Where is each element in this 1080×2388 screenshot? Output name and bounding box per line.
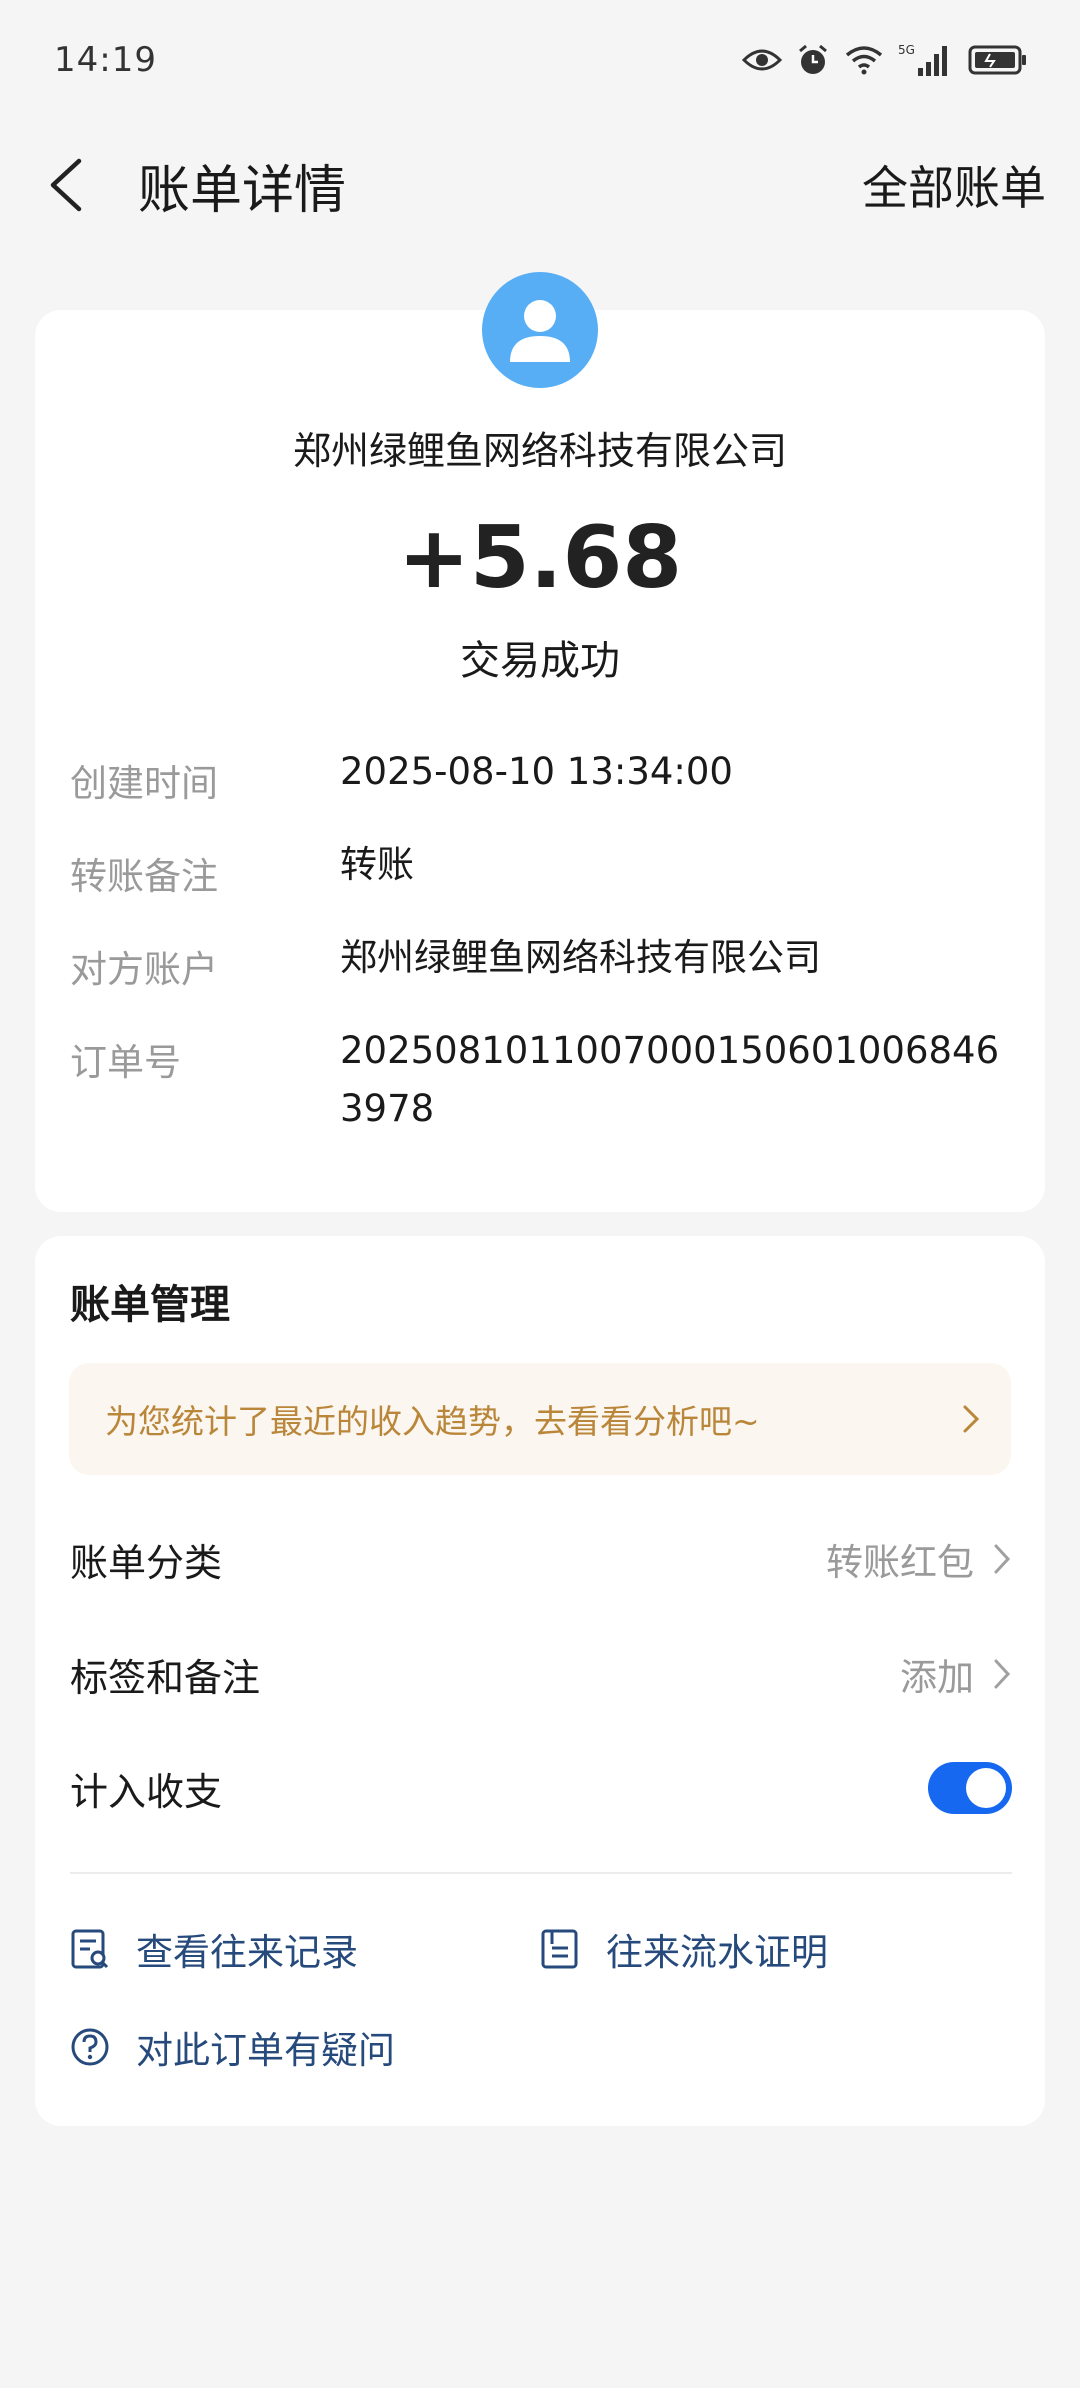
flow-proof-label: 往来流水证明 xyxy=(606,1931,828,1974)
eye-icon xyxy=(742,45,782,75)
network-type-label: 5G xyxy=(898,43,915,57)
tags-notes-label: 标签和备注 xyxy=(70,1655,261,1700)
detail-label: 创建时间 xyxy=(70,762,218,805)
view-records-label: 查看往来记录 xyxy=(136,1931,358,1974)
bill-category-row[interactable]: 账单分类 转账红包 xyxy=(70,1519,1012,1599)
detail-value[interactable]: 20250810110070001506010068463978 xyxy=(340,1022,1020,1138)
all-bills-link[interactable]: 全部账单 xyxy=(862,152,1046,218)
document-icon xyxy=(541,1929,578,1969)
status-time: 14:19 xyxy=(54,40,157,80)
divider xyxy=(70,1872,1012,1874)
nav-bar: 账单详情 全部账单 xyxy=(0,120,1080,250)
income-trend-banner[interactable]: 为您统计了最近的收入趋势，去看看分析吧~ xyxy=(69,1363,1011,1475)
records-search-icon xyxy=(71,1929,109,1969)
toggle-knob xyxy=(966,1768,1006,1808)
detail-label: 对方账户 xyxy=(70,948,218,991)
include-in-stats-row: 计入收支 xyxy=(70,1748,1012,1828)
flow-proof-link[interactable]: 往来流水证明 xyxy=(540,1922,828,1976)
chevron-right-icon xyxy=(994,1544,1011,1574)
include-in-stats-toggle[interactable] xyxy=(928,1762,1012,1814)
cellular-signal-icon: 5G xyxy=(898,42,954,78)
order-question-label: 对此订单有疑问 xyxy=(136,2029,395,2072)
status-icons: 5G xyxy=(742,42,1028,78)
promo-text: 为您统计了最近的收入趋势，去看看分析吧~ xyxy=(105,1402,760,1441)
wifi-icon xyxy=(844,44,884,76)
bill-category-value: 转账红包 xyxy=(826,1541,974,1584)
question-icon xyxy=(71,2028,109,2066)
battery-icon xyxy=(968,44,1028,76)
transaction-amount: +5.68 xyxy=(397,508,683,608)
avatar xyxy=(482,272,598,388)
tags-notes-value: 添加 xyxy=(900,1656,974,1699)
order-question-link[interactable]: 对此订单有疑问 xyxy=(70,2020,395,2074)
transaction-status: 交易成功 xyxy=(460,638,620,684)
chevron-right-icon xyxy=(963,1405,980,1433)
page-title: 账单详情 xyxy=(138,160,347,221)
detail-value: 2025-08-10 13:34:00 xyxy=(340,750,733,793)
chevron-right-icon xyxy=(994,1659,1011,1689)
bill-category-label: 账单分类 xyxy=(70,1540,223,1585)
detail-value: 转账 xyxy=(340,843,414,886)
payer-name: 郑州绿鲤鱼网络科技有限公司 xyxy=(292,429,787,473)
detail-label: 转账备注 xyxy=(70,855,218,898)
status-bar: 14:19 5G xyxy=(0,0,1080,120)
chevron-left-icon xyxy=(50,158,82,212)
tags-notes-row[interactable]: 标签和备注 添加 xyxy=(70,1634,1012,1714)
detail-label: 订单号 xyxy=(70,1041,181,1084)
detail-value: 郑州绿鲤鱼网络科技有限公司 xyxy=(340,936,821,979)
section-title: 账单管理 xyxy=(70,1282,230,1328)
back-button[interactable] xyxy=(34,145,96,225)
user-icon xyxy=(510,300,570,362)
alarm-icon xyxy=(796,43,830,77)
include-in-stats-label: 计入收支 xyxy=(70,1769,223,1814)
view-records-link[interactable]: 查看往来记录 xyxy=(70,1922,358,1976)
